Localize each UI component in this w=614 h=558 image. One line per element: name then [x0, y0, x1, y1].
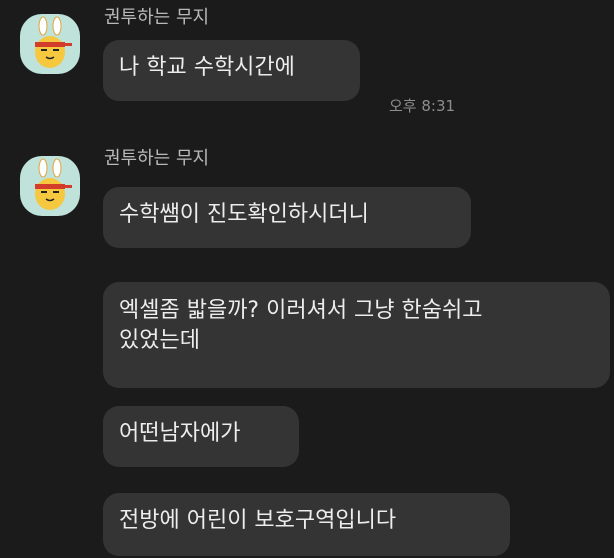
sender-name: 권투하는 무지 [104, 148, 210, 169]
message-text-line: 엑셀좀 밟을까? 이러셔서 그냥 한숨쉬고 [119, 298, 483, 323]
message-text: 어떤남자에가 [119, 421, 241, 446]
message-text: 나 학교 수학시간에 [119, 55, 295, 80]
message-bubble[interactable]: 엑셀좀 밟을까? 이러셔서 그냥 한숨쉬고 있었는데 [103, 282, 610, 388]
message-bubble[interactable]: 어떤남자에가 [103, 406, 299, 467]
message-bubble[interactable]: 나 학교 수학시간에 [103, 40, 360, 101]
sender-name: 권투하는 무지 [104, 7, 210, 28]
muzi-boxing-avatar-icon[interactable] [20, 14, 80, 74]
message-text-line: 있었는데 [119, 328, 200, 353]
muzi-boxing-avatar-icon[interactable] [20, 156, 80, 216]
message-text: 전방에 어린이 보호구역입니다 [119, 508, 397, 533]
message-bubble[interactable]: 전방에 어린이 보호구역입니다 [103, 493, 510, 556]
message-timestamp: 오후 8:31 [389, 97, 456, 115]
message-text: 수학쌤이 진도확인하시더니 [119, 202, 369, 227]
chat-window: 권투하는 무지 나 학교 수학시간에 오후 8:31 권투하는 무지 수학쌤이 … [0, 0, 614, 558]
message-bubble[interactable]: 수학쌤이 진도확인하시더니 [103, 187, 471, 248]
